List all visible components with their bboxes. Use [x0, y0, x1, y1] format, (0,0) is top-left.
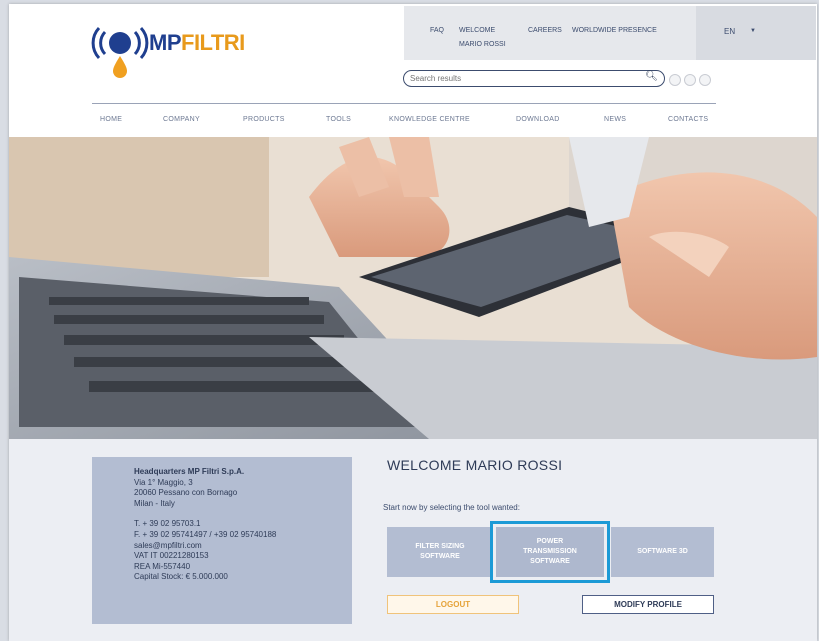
tool-label: SOFTWARE 3D — [637, 548, 688, 555]
welcome-heading: WELCOME MARIO ROSSI — [387, 457, 563, 473]
search-input[interactable] — [410, 72, 630, 84]
language-value: EN — [724, 27, 736, 36]
social-icon[interactable] — [669, 74, 681, 86]
worldwide-presence-link[interactable]: WORLDWIDE PRESENCE — [572, 27, 657, 34]
account-section: Headquarters MP Filtri S.p.A. Via 1° Mag… — [9, 439, 817, 641]
social-icon[interactable] — [699, 74, 711, 86]
faq-link[interactable]: FAQ — [430, 27, 444, 34]
nav-item-download[interactable]: DOWNLOAD — [516, 116, 560, 123]
hq-address-line: 20060 Pessano con Bornago — [134, 488, 238, 498]
hq-fax: F. + 39 02 95741497 / +39 02 95740188 — [134, 529, 277, 539]
hero-image — [9, 137, 817, 439]
modify-profile-button[interactable]: MODIFY PROFILE — [582, 595, 714, 614]
power-transmission-software-button[interactable]: POWER TRANSMISSION SOFTWARE — [490, 521, 610, 583]
logo-emblem-icon — [91, 26, 149, 78]
welcome-link[interactable]: WELCOME — [459, 27, 495, 34]
nav-item-tools[interactable]: TOOLS — [326, 116, 351, 123]
hq-rea: REA Mi-557440 — [134, 561, 191, 571]
headquarters-card: Headquarters MP Filtri S.p.A. Via 1° Mag… — [92, 457, 352, 624]
nav-item-company[interactable]: COMPANY — [163, 116, 200, 123]
hq-vat: VAT IT 00221280153 — [134, 551, 209, 561]
tool-label: POWER TRANSMISSION SOFTWARE — [523, 538, 577, 565]
nav-item-contacts[interactable]: CONTACTS — [668, 116, 708, 123]
top-utility-bar: FAQ WELCOME MARIO ROSSI CAREERS WORLDWID… — [404, 6, 696, 60]
hq-email[interactable]: sales@mpfiltri.com — [134, 541, 352, 552]
chevron-down-icon: ▼ — [750, 28, 756, 34]
start-instructions: Start now by selecting the tool wanted: — [383, 503, 520, 512]
filter-sizing-software-button[interactable]: FILTER SIZING SOFTWARE — [387, 527, 493, 577]
hq-title: Headquarters MP Filtri S.p.A. — [134, 467, 245, 476]
user-name-link[interactable]: MARIO ROSSI — [459, 41, 506, 48]
search-icon[interactable]: 🔍︎ — [645, 71, 658, 82]
hero-illustration — [9, 137, 817, 439]
hq-address-line: Milan - Italy — [134, 498, 175, 508]
hq-address-line: Via 1° Maggio, 3 — [134, 477, 193, 487]
logo-wordmark: MPFILTRI — [149, 30, 245, 55]
logout-button[interactable]: LOGOUT — [387, 595, 519, 614]
browser-page: MPFILTRI FAQ WELCOME MARIO ROSSI CAREERS… — [9, 4, 817, 641]
software-3d-button[interactable]: SOFTWARE 3D — [611, 527, 714, 577]
nav-divider — [92, 103, 716, 104]
mp-filtri-logo[interactable]: MPFILTRI — [91, 18, 281, 84]
hq-capital: Capital Stock: € 5.000.000 — [134, 572, 228, 582]
nav-item-knowledge-centre[interactable]: KNOWLEDGE CENTRE — [389, 116, 470, 123]
hq-phone: T. + 39 02 95703.1 — [134, 519, 201, 529]
language-selector[interactable]: EN ▼ — [696, 6, 816, 60]
social-icon[interactable] — [684, 74, 696, 86]
search-box[interactable]: 🔍︎ — [403, 70, 665, 87]
nav-item-home[interactable]: HOME — [100, 116, 122, 123]
tool-label: FILTER SIZING SOFTWARE — [415, 543, 465, 560]
nav-item-products[interactable]: PRODUCTS — [243, 116, 285, 123]
hq-spacer — [134, 509, 352, 519]
careers-link[interactable]: CAREERS — [528, 27, 562, 34]
nav-item-news[interactable]: NEWS — [604, 116, 626, 123]
main-navigation: HOME COMPANY PRODUCTS TOOLS KNOWLEDGE CE… — [92, 116, 716, 128]
